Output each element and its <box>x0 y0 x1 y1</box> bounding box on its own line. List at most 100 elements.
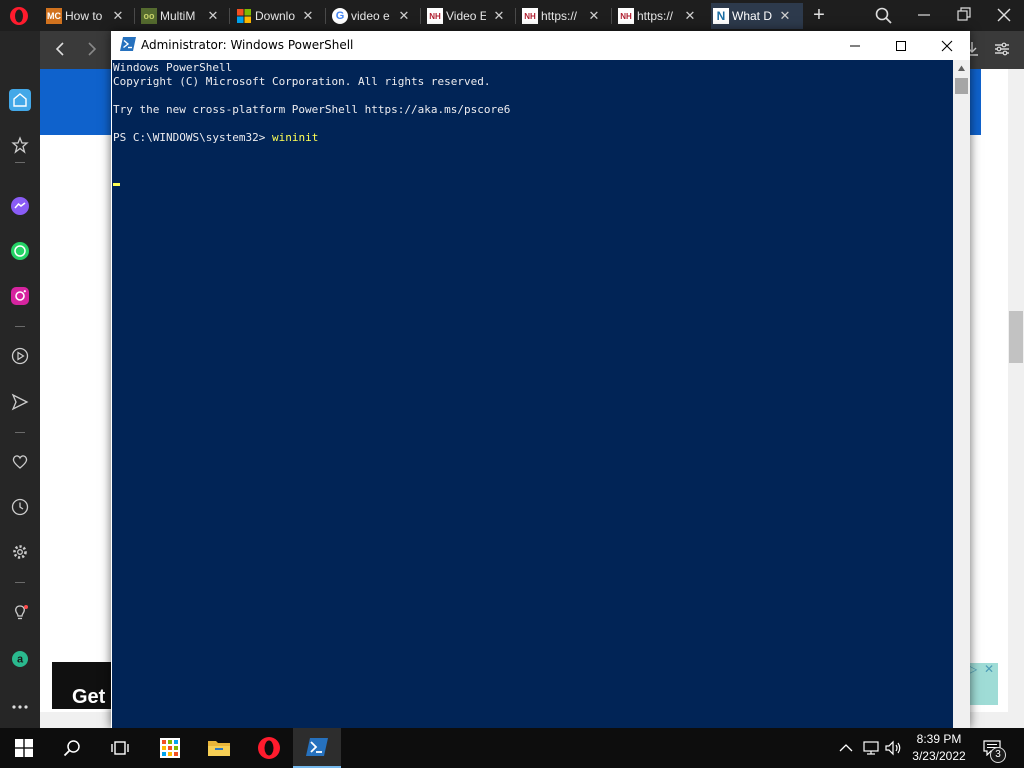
ad-close-icon[interactable]: ✕ <box>984 662 998 676</box>
search-icon[interactable] <box>874 6 894 26</box>
instagram-icon <box>11 287 29 305</box>
powershell-window: Administrator: Windows PowerShell Window… <box>111 31 970 728</box>
sidebar-item-pinboards[interactable] <box>9 134 31 156</box>
browser-tab-bar: MC How to ✕ oo MultiM ✕ Downlo ✕ G video… <box>0 0 1024 31</box>
sidebar-divider <box>15 162 25 163</box>
google-logo-icon: G <box>332 8 348 24</box>
tab-close-icon[interactable]: ✕ <box>397 8 411 24</box>
powershell-title-bar[interactable]: Administrator: Windows PowerShell <box>111 31 970 60</box>
sidebar-item-tips[interactable] <box>9 602 31 624</box>
browser-tab-1[interactable]: MC How to ✕ <box>44 3 132 29</box>
browser-tab-4[interactable]: G video e ✕ <box>330 3 418 29</box>
tab-title: Video E <box>446 9 486 23</box>
browser-minimize-button[interactable] <box>909 3 939 27</box>
taskbar-clock[interactable]: 8:39 PM 3/23/2022 <box>906 731 972 765</box>
volume-button[interactable] <box>884 738 904 758</box>
console-scrollbar-thumb[interactable] <box>955 78 968 94</box>
console-line: Windows PowerShell <box>113 61 233 74</box>
console-scrollbar[interactable] <box>953 60 970 728</box>
taskbar-file-explorer[interactable] <box>195 728 243 768</box>
task-view-icon <box>111 741 129 755</box>
tab-close-icon[interactable]: ✕ <box>111 8 125 24</box>
whatsapp-icon <box>11 242 29 260</box>
clock-date: 3/23/2022 <box>912 749 966 763</box>
opera-logo-icon[interactable] <box>8 6 30 26</box>
browser-tab-5[interactable]: NH Video E ✕ <box>425 3 513 29</box>
tab-close-icon[interactable]: ✕ <box>492 8 506 24</box>
tab-favicon-icon: NH <box>618 8 634 24</box>
amazon-icon: a <box>12 651 28 667</box>
tab-close-icon[interactable]: ✕ <box>301 8 315 24</box>
settings-sliders-icon <box>995 42 1009 56</box>
sidebar-item-bookmarks[interactable] <box>9 451 31 473</box>
page-scrollbar-thumb[interactable] <box>1009 311 1023 363</box>
forward-button[interactable] <box>82 39 102 59</box>
tab-divider <box>325 8 326 24</box>
heart-icon <box>12 455 28 469</box>
browser-tab-2[interactable]: oo MultiM ✕ <box>139 3 227 29</box>
close-button[interactable] <box>924 31 970 60</box>
lightbulb-icon <box>15 605 28 620</box>
sidebar-more-button[interactable] <box>9 696 31 718</box>
restore-icon <box>957 7 971 21</box>
tab-title: https:// <box>541 9 578 23</box>
sidebar-item-home[interactable] <box>9 89 31 111</box>
tab-divider <box>515 8 516 24</box>
scroll-up-arrow-icon[interactable] <box>957 64 966 73</box>
sidebar-item-instagram[interactable] <box>9 285 31 307</box>
tab-favicon-icon: N <box>713 8 729 24</box>
network-button[interactable] <box>861 738 881 758</box>
minimize-button[interactable] <box>832 31 878 60</box>
taskbar-opera-browser[interactable] <box>245 728 293 768</box>
console-cursor <box>113 183 120 186</box>
sidebar-item-player[interactable] <box>9 345 31 367</box>
taskbar-powershell[interactable] <box>293 728 341 768</box>
sidebar-item-messenger[interactable] <box>9 195 31 217</box>
sidebar-item-whatsapp[interactable] <box>9 240 31 262</box>
taskbar-search-button[interactable] <box>48 728 96 768</box>
sidebar-item-settings[interactable] <box>9 541 31 563</box>
task-view-button[interactable] <box>96 728 144 768</box>
windows-logo-icon <box>15 739 33 757</box>
star-icon <box>11 136 29 154</box>
tab-title: What D <box>732 9 772 23</box>
tab-close-icon[interactable]: ✕ <box>683 8 697 24</box>
console-command: wininit <box>271 131 319 144</box>
browser-tab-8-active[interactable]: N What D ✕ <box>711 3 803 29</box>
sidebar-item-extension[interactable]: a <box>9 648 31 670</box>
tab-close-icon[interactable]: ✕ <box>587 8 601 24</box>
tab-close-icon[interactable]: ✕ <box>778 8 792 24</box>
browser-tab-7[interactable]: NH https:// ✕ <box>616 3 704 29</box>
browser-tab-6[interactable]: NH https:// ✕ <box>520 3 608 29</box>
tab-title: video e <box>351 9 390 23</box>
tab-close-icon[interactable]: ✕ <box>206 8 220 24</box>
new-tab-button[interactable]: + <box>810 4 828 26</box>
browser-tab-3[interactable]: Downlo ✕ <box>234 3 322 29</box>
search-icon <box>63 740 80 757</box>
taskbar-store-app[interactable] <box>146 728 194 768</box>
sidebar-divider <box>15 432 25 433</box>
close-icon <box>941 40 953 51</box>
browser-restore-button[interactable] <box>949 3 979 27</box>
sidebar-item-flow[interactable] <box>9 391 31 413</box>
show-hidden-icons-button[interactable] <box>836 738 856 758</box>
console-line: Try the new cross-platform PowerShell ht… <box>113 103 511 116</box>
tab-title: How to <box>65 9 103 23</box>
page-vertical-scrollbar[interactable] <box>1008 69 1024 728</box>
back-button[interactable] <box>50 39 70 59</box>
minimize-icon <box>850 45 860 46</box>
browser-sidebar: a <box>0 31 40 728</box>
tab-divider <box>611 8 612 24</box>
tab-divider <box>134 8 135 24</box>
ad-choices-icon[interactable]: ▷ <box>968 662 982 676</box>
maximize-button[interactable] <box>878 31 924 60</box>
windows-taskbar: 8:39 PM 3/23/2022 3 <box>0 728 1024 768</box>
console-output[interactable]: Windows PowerShell Copyright (C) Microso… <box>112 60 953 728</box>
easy-setup-button[interactable] <box>992 39 1012 59</box>
tab-favicon-icon: NH <box>522 8 538 24</box>
start-button[interactable] <box>0 728 48 768</box>
sidebar-divider <box>15 326 25 327</box>
browser-close-button[interactable] <box>989 3 1019 27</box>
sidebar-item-history[interactable] <box>9 496 31 518</box>
svg-text:a: a <box>17 654 24 666</box>
